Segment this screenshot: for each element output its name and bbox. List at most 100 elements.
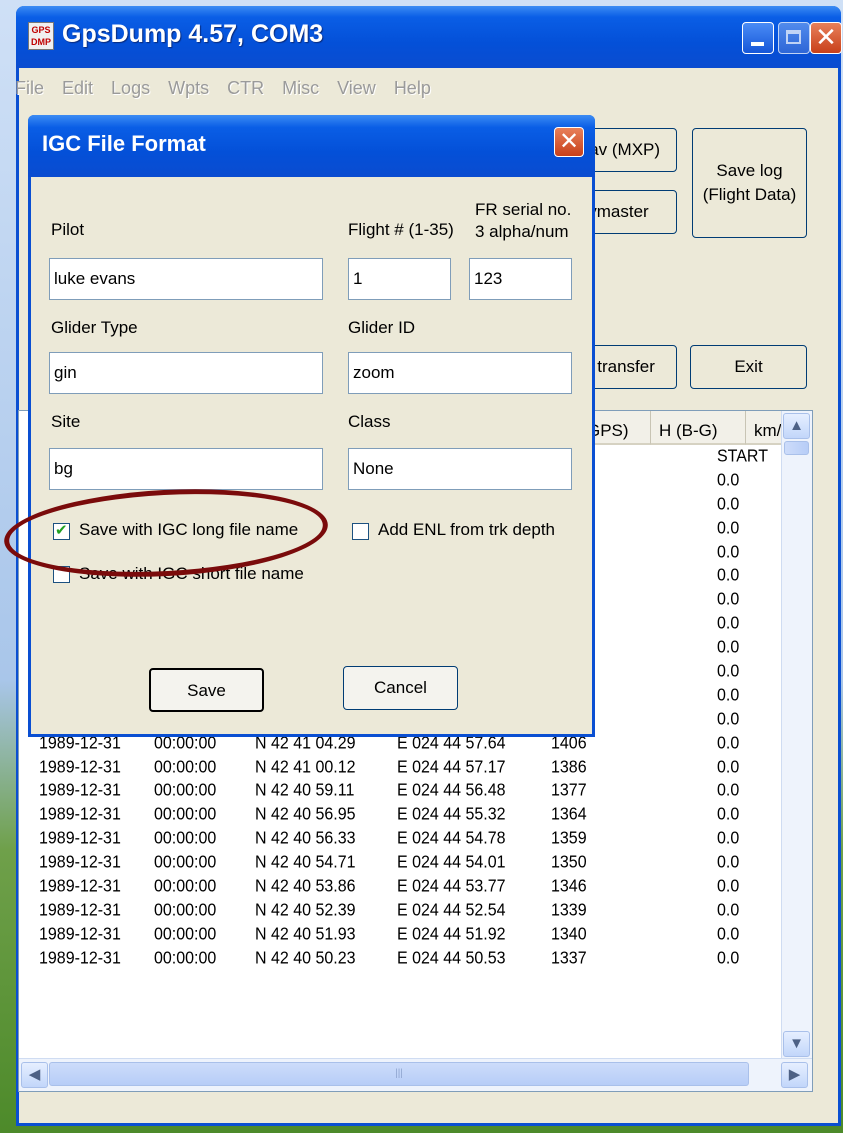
cell-lon: E 024 44 54.78 [397, 829, 506, 849]
cell-speed: 0.0 [717, 518, 740, 538]
cell-lon: E 024 44 50.53 [397, 948, 506, 968]
save-log-button[interactable]: Save log (Flight Data) [692, 128, 807, 238]
cell-alt: 1340 [551, 924, 587, 944]
maximize-button[interactable] [778, 22, 810, 54]
cell-speed: 0.0 [717, 566, 740, 586]
dialog-title-bar[interactable]: IGC File Format ✕ [28, 115, 595, 177]
site-label: Site [51, 412, 81, 431]
flight-number-field[interactable]: 1 [348, 258, 451, 300]
cell-date: 1989-12-31 [39, 829, 121, 849]
save-button[interactable]: Save [149, 668, 264, 712]
scroll-up-icon[interactable]: ▲ [783, 413, 810, 439]
enl-label[interactable]: Add ENL from trk depth [378, 520, 555, 540]
horizontal-scrollbar[interactable]: ◀ ||| ▶ [19, 1058, 812, 1091]
cell-speed: 0.0 [717, 924, 740, 944]
cell-lon: E 024 44 56.48 [397, 781, 506, 801]
minimize-button[interactable] [742, 22, 774, 54]
cell-speed: 0.0 [717, 733, 740, 753]
cell-date: 1989-12-31 [39, 781, 121, 801]
cell-lat: N 42 40 54.71 [255, 853, 356, 872]
menu-view[interactable]: View [328, 78, 385, 108]
class-field[interactable]: None [348, 448, 572, 490]
menu-edit[interactable]: Edit [53, 78, 102, 108]
cell-lon: E 024 44 51.92 [397, 924, 506, 944]
menu-wpts[interactable]: Wpts [159, 78, 218, 108]
menu-file[interactable]: File [6, 78, 53, 108]
cell-speed: 0.0 [717, 542, 740, 562]
cell-lat: N 42 40 56.33 [255, 829, 356, 849]
table-row[interactable]: 1989-12-31 00:00:00 N 42 40 59.11 E 024 44 … [19, 778, 779, 804]
cell-lon: E 024 44 55.32 [397, 805, 506, 825]
table-row[interactable]: 1989-12-31 00:00:00 N 42 40 52.39 E 024 44 … [19, 898, 779, 924]
fr-serial-sublabel: 3 alpha/num [475, 222, 569, 241]
cell-lat: N 42 40 51.93 [255, 924, 356, 944]
scroll-down-icon[interactable]: ▼ [783, 1031, 810, 1057]
glider-type-field[interactable]: gin [49, 352, 323, 394]
app-icon: GPS DMP [28, 22, 54, 50]
cell-speed: 0.0 [717, 709, 740, 729]
vertical-scrollbar[interactable]: ▲ ▼ [781, 411, 812, 1059]
horizontal-scroll-thumb[interactable]: ||| [49, 1062, 749, 1086]
scroll-left-icon[interactable]: ◀ [21, 1062, 48, 1088]
exit-button[interactable]: Exit [690, 345, 807, 389]
menu-logs[interactable]: Logs [102, 78, 159, 108]
cell-lat: N 42 40 59.11 [255, 781, 355, 801]
cell-lon: E 024 44 53.77 [397, 877, 506, 896]
cell-time: 00:00:00 [154, 924, 217, 944]
cell-date: 1989-12-31 [39, 877, 121, 896]
cell-alt: 1346 [551, 877, 587, 896]
menu-ctr[interactable]: CTR [218, 78, 273, 108]
close-icon: ✕ [815, 22, 837, 52]
cell-lon: E 024 44 52.54 [397, 901, 506, 920]
cancel-button[interactable]: Cancel [343, 666, 458, 710]
cell-alt: 1359 [551, 829, 587, 849]
cell-date: 1989-12-31 [39, 901, 121, 920]
table-row[interactable]: 1989-12-31 00:00:00 N 42 41 00.12 E 024 44 … [19, 754, 779, 780]
table-row[interactable]: 1989-12-31 00:00:00 N 42 40 51.93 E 024 44 … [19, 922, 779, 948]
glider-id-field[interactable]: zoom [348, 352, 572, 394]
menu-misc[interactable]: Misc [273, 78, 328, 108]
enl-checkbox[interactable] [352, 523, 369, 540]
close-icon: ✕ [558, 128, 580, 155]
site-field[interactable]: bg [49, 448, 323, 490]
menu-bar: File Edit Logs Wpts CTR Misc View Help [6, 78, 440, 108]
cell-speed: 0.0 [717, 470, 740, 490]
cell-speed: 0.0 [717, 853, 740, 872]
dialog-title: IGC File Format [42, 131, 206, 156]
table-row[interactable]: 1989-12-31 00:00:00 N 42 40 50.23 E 024 44 … [19, 946, 779, 972]
pilot-label: Pilot [51, 220, 85, 239]
fr-serial-field[interactable]: 123 [469, 258, 572, 300]
cell-speed: 0.0 [717, 494, 740, 514]
cell-time: 00:00:00 [154, 901, 217, 920]
cell-speed: 0.0 [717, 805, 740, 825]
table-row[interactable]: 1989-12-31 00:00:00 N 42 40 56.95 E 024 44 … [19, 802, 779, 828]
cell-date: 1989-12-31 [39, 805, 121, 825]
cell-speed: 0.0 [717, 901, 740, 920]
column-header-h-bg[interactable]: H (B-G) [651, 411, 746, 445]
title-bar[interactable]: GPS DMP GpsDump 4.57, COM3 ✕ [16, 6, 842, 68]
vertical-scroll-thumb[interactable] [784, 441, 809, 455]
cell-date: 1989-12-31 [39, 948, 121, 968]
dialog-close-button[interactable]: ✕ [554, 127, 584, 157]
menu-help[interactable]: Help [385, 78, 440, 108]
cell-speed: 0.0 [717, 662, 740, 681]
table-row[interactable]: 1989-12-31 00:00:00 N 42 40 53.86 E 024 44 … [19, 874, 779, 900]
cell-speed: 0.0 [717, 590, 740, 610]
flight-number-label: Flight # (1-35) [348, 220, 454, 239]
table-row[interactable]: 1989-12-31 00:00:00 N 42 40 54.71 E 024 44 … [19, 850, 779, 876]
scroll-right-icon[interactable]: ▶ [781, 1062, 808, 1088]
glider-type-label: Glider Type [51, 318, 138, 337]
cell-alt: 1337 [551, 948, 587, 968]
igc-format-dialog: IGC File Format ✕ Pilot Flight # (1-35) … [28, 115, 595, 737]
pilot-field[interactable]: luke evans [49, 258, 323, 300]
close-button[interactable]: ✕ [810, 22, 842, 54]
minimize-icon [751, 42, 764, 46]
cell-alt: 1350 [551, 853, 587, 872]
fr-serial-label: FR serial no. [475, 200, 572, 219]
cell-lon: E 024 44 54.01 [397, 853, 506, 872]
cell-alt: 1377 [551, 781, 587, 801]
table-row[interactable]: 1989-12-31 00:00:00 N 42 40 56.33 E 024 44 … [19, 826, 779, 852]
cell-speed: 0.0 [717, 638, 740, 657]
cell-time: 00:00:00 [154, 853, 217, 872]
cell-time: 00:00:00 [154, 805, 217, 825]
